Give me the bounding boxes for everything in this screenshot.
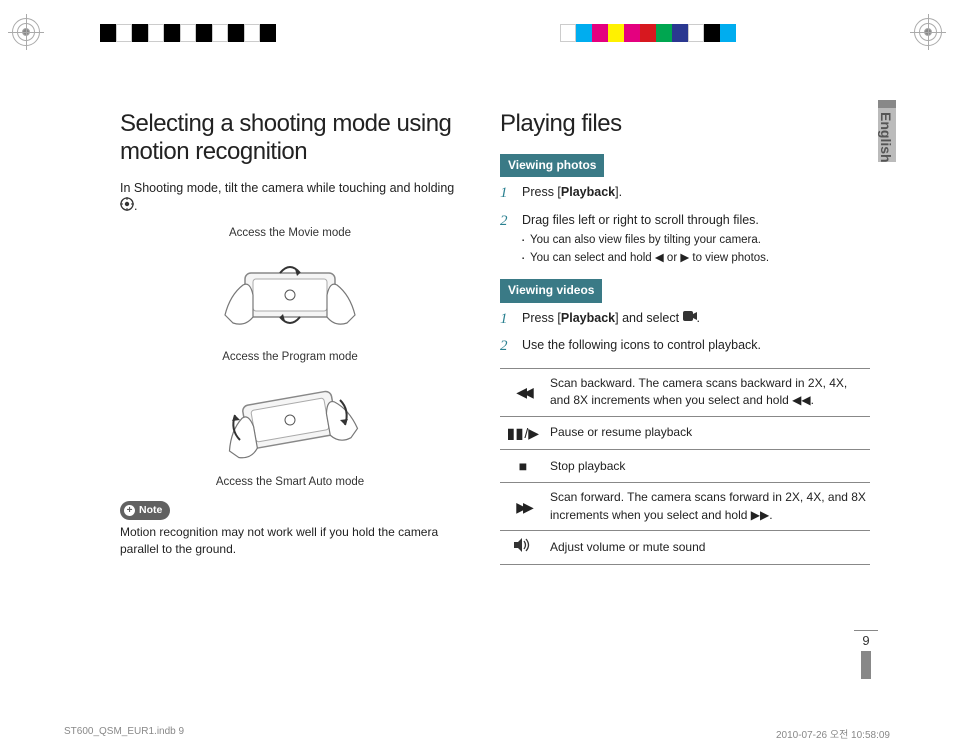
step-number: 1 (500, 183, 514, 205)
motion-illustration-2 (185, 370, 395, 470)
videos-step-2: Use the following icons to control playb… (522, 336, 870, 358)
language-tab: English (878, 112, 894, 163)
playback-bold: Playback (561, 185, 615, 199)
note-badge: Note (120, 501, 170, 520)
section-photos-tag: Viewing photos (500, 154, 604, 177)
step-text: Press [ (522, 185, 561, 199)
forward-desc: Scan forward. The camera scans forward i… (546, 483, 870, 531)
stop-icon: ■ (500, 450, 546, 483)
playback-controls-table: ◀◀ Scan backward. The camera scans backw… (500, 368, 870, 564)
page-number-block: 9 (854, 630, 878, 679)
caption-movie: Access the Movie mode (120, 225, 460, 242)
left-heading: Selecting a shooting mode using motion r… (120, 110, 460, 165)
caption-program: Access the Program mode (120, 349, 460, 366)
step-number: 2 (500, 211, 514, 267)
volume-icon (500, 531, 546, 564)
table-row: ■ Stop playback (500, 450, 870, 483)
stop-desc: Stop playback (546, 450, 870, 483)
mode-dial-icon (120, 197, 134, 216)
footer: ST600_QSM_EUR1.indb 9 2010-07-26 오전 10:5… (64, 726, 890, 741)
right-heading: Playing files (500, 110, 870, 138)
photos-steps: 1 Press [Playback]. 2 Drag files left or… (500, 183, 870, 267)
forward-icon: ▶▶ (500, 483, 546, 531)
step-text: Press [ (522, 311, 561, 325)
rewind-desc: Scan backward. The camera scans backward… (546, 369, 870, 417)
note-text: Motion recognition may not work well if … (120, 524, 460, 558)
step-text: Drag files left or right to scroll throu… (522, 213, 759, 227)
table-row: ▮▮/▶ Pause or resume playback (500, 416, 870, 449)
photos-bullet: You can also view files by tilting your … (522, 232, 870, 249)
step-text: ] and select (615, 311, 682, 325)
pause-desc: Pause or resume playback (546, 416, 870, 449)
step-text: ]. (615, 185, 622, 199)
right-column: Playing files Viewing photos 1 Press [Pl… (500, 110, 870, 565)
table-row: ◀◀ Scan backward. The camera scans backw… (500, 369, 870, 417)
table-row: ▶▶ Scan forward. The camera scans forwar… (500, 483, 870, 531)
registration-marks (0, 14, 954, 54)
videos-step-1: Press [Playback] and select . (522, 309, 870, 331)
video-icon (683, 309, 697, 327)
step-text: . (697, 311, 700, 325)
photos-step-2: Drag files left or right to scroll throu… (522, 211, 870, 267)
caption-smartauto: Access the Smart Auto mode (120, 474, 460, 491)
step-number: 1 (500, 309, 514, 331)
left-column: Selecting a shooting mode using motion r… (120, 110, 460, 565)
step-number: 2 (500, 336, 514, 358)
intro-text: In Shooting mode, tilt the camera while … (120, 181, 454, 195)
motion-illustration-1 (185, 245, 395, 345)
photos-step-1: Press [Playback]. (522, 183, 870, 205)
footer-filename: ST600_QSM_EUR1.indb 9 (64, 726, 184, 741)
pause-play-icon: ▮▮/▶ (500, 416, 546, 449)
section-videos-tag: Viewing videos (500, 279, 602, 302)
note-label: Note (139, 504, 162, 516)
photos-bullet: You can select and hold ◀ or ▶ to view p… (522, 250, 870, 267)
intro-post: . (134, 199, 137, 213)
playback-bold: Playback (561, 311, 615, 325)
rewind-icon: ◀◀ (500, 369, 546, 417)
page-number: 9 (854, 633, 878, 648)
volume-desc: Adjust volume or mute sound (546, 531, 870, 564)
left-intro: In Shooting mode, tilt the camera while … (120, 179, 460, 216)
videos-steps: 1 Press [Playback] and select . 2 Use th… (500, 309, 870, 359)
footer-timestamp: 2010-07-26 오전 10:58:09 (776, 726, 890, 741)
table-row: Adjust volume or mute sound (500, 531, 870, 564)
